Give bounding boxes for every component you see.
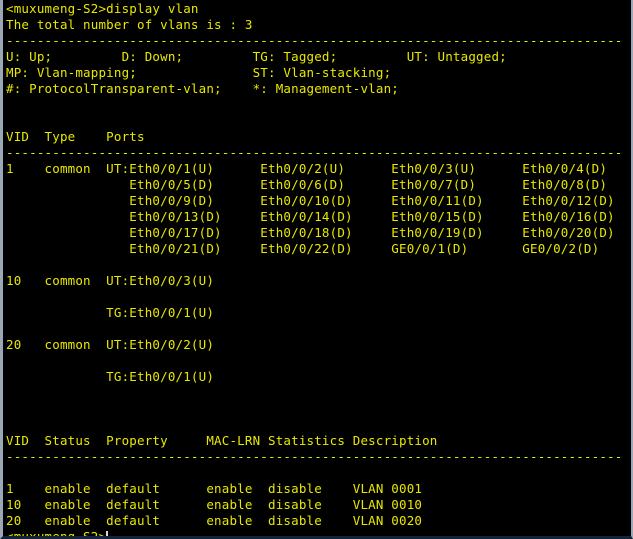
terminal-line: MP: Vlan-mapping; ST: Vlan-stacking; <box>6 65 392 80</box>
terminal-line: U: Up; D: Down; TG: Tagged; UT: Untagged… <box>6 49 507 64</box>
terminal-line: #: ProtocolTransparent-vlan; *: Manageme… <box>6 81 399 96</box>
terminal-screen[interactable]: <muxumeng-S2>display vlan The total numbe… <box>0 0 633 539</box>
terminal-line: TG:Eth0/0/1(U) <box>6 305 215 320</box>
terminal-line: 20 enable default enable disable VLAN 00… <box>6 513 423 528</box>
terminal-line: Eth0/0/17(D) Eth0/0/18(D) Eth0/0/19(D) E… <box>6 225 615 240</box>
terminal-line: TG:Eth0/0/1(U) <box>6 369 215 384</box>
terminal-line: ----------------------------------------… <box>6 449 623 464</box>
terminal-line: 1 common UT:Eth0/0/1(U) Eth0/0/2(U) Eth0… <box>6 161 608 176</box>
terminal-line: Eth0/0/21(D) Eth0/0/22(D) GE0/0/1(D) GE0… <box>6 241 600 256</box>
terminal-line: ----------------------------------------… <box>6 145 623 160</box>
terminal-line: <muxumeng-S2> <box>6 529 631 536</box>
terminal-line: Eth0/0/5(D) Eth0/0/6(D) Eth0/0/7(D) Eth0… <box>6 177 608 192</box>
terminal-window: <muxumeng-S2>display vlan The total numbe… <box>0 0 633 539</box>
terminal-output[interactable]: <muxumeng-S2>display vlan The total numbe… <box>6 1 631 536</box>
terminal-line: <muxumeng-S2>display vlan <box>6 1 199 16</box>
terminal-line: Eth0/0/13(D) Eth0/0/14(D) Eth0/0/15(D) E… <box>6 209 615 224</box>
terminal-line: Eth0/0/9(D) Eth0/0/10(D) Eth0/0/11(D) Et… <box>6 193 615 208</box>
terminal-line: 10 enable default enable disable VLAN 00… <box>6 497 423 512</box>
terminal-line: ----------------------------------------… <box>6 33 623 48</box>
terminal-cursor <box>106 531 109 536</box>
terminal-line: VID Status Property MAC-LRN Statistics D… <box>6 433 438 448</box>
terminal-line: VID Type Ports <box>6 129 145 144</box>
terminal-line: The total number of vlans is : 3 <box>6 17 253 32</box>
terminal-line: 10 common UT:Eth0/0/3(U) <box>6 273 215 288</box>
terminal-line: 1 enable default enable disable VLAN 000… <box>6 481 423 496</box>
terminal-line: 20 common UT:Eth0/0/2(U) <box>6 337 215 352</box>
